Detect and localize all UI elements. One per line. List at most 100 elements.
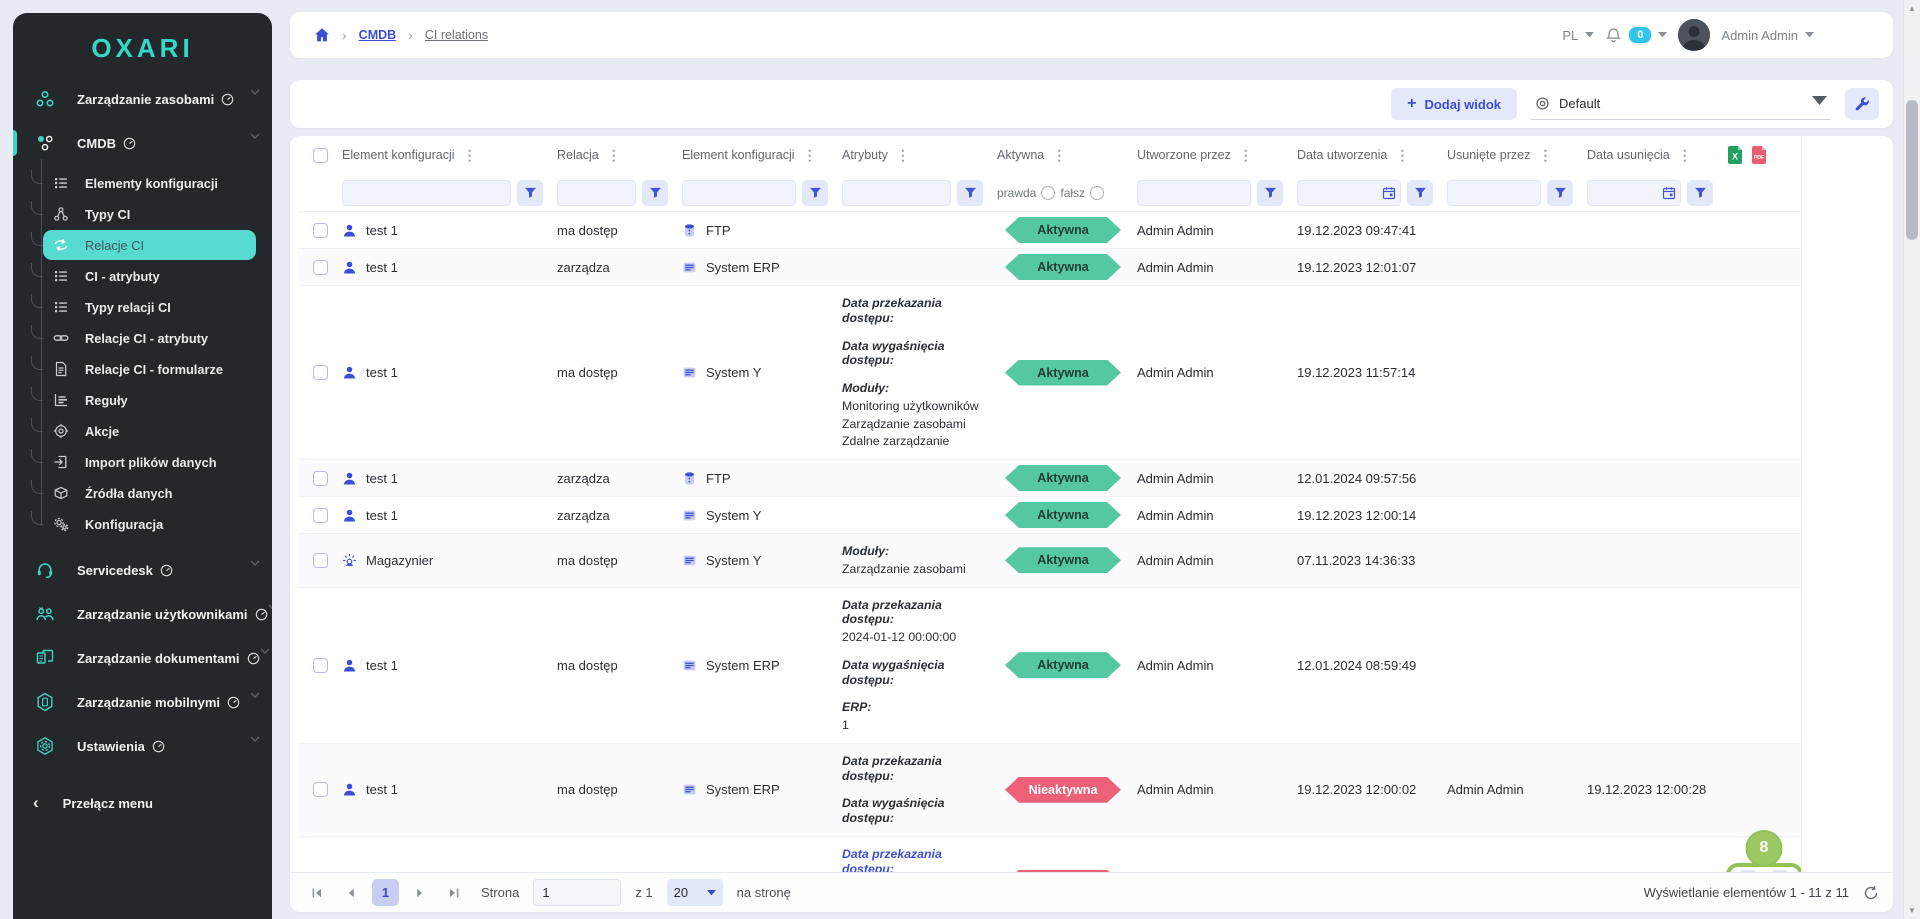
filter-input[interactable]: [682, 180, 796, 206]
radio-false[interactable]: [1090, 186, 1104, 200]
source-ci-cell[interactable]: test 1: [342, 249, 557, 285]
target-ci-cell[interactable]: FTP: [682, 212, 842, 248]
sidebar-item-relacje-ci[interactable]: Relacje CI: [43, 230, 256, 260]
table-settings-button[interactable]: [1845, 88, 1879, 120]
scrollbar-thumb[interactable]: [1906, 100, 1918, 240]
column-menu-icon[interactable]: ⋮: [1676, 146, 1694, 164]
sidebar-item-zarzadzanie-uzytkownikami[interactable]: Zarządzanie użytkownikami: [13, 592, 272, 636]
last-page-button[interactable]: [441, 880, 467, 906]
column-menu-icon[interactable]: ⋮: [1393, 146, 1411, 164]
sidebar-item-cmdb[interactable]: CMDB: [13, 121, 272, 165]
column-menu-icon[interactable]: ⋮: [801, 146, 819, 164]
sidebar-item-servicedesk[interactable]: Servicedesk: [13, 548, 272, 592]
target-ci-cell[interactable]: System ERP: [682, 647, 842, 683]
user-menu[interactable]: Admin Admin: [1721, 28, 1814, 43]
sidebar-item-akcje[interactable]: Akcje: [43, 416, 256, 446]
source-ci-cell[interactable]: test 1: [342, 460, 557, 496]
column-menu-icon[interactable]: ⋮: [461, 146, 479, 164]
sidebar-item-import-plikow-danych[interactable]: Import plików danych: [43, 447, 256, 477]
first-page-button[interactable]: [304, 880, 330, 906]
page-scrollbar[interactable]: ▲ ▼: [1903, 0, 1920, 919]
page-input[interactable]: [533, 879, 621, 906]
target-ci-cell[interactable]: System Y: [682, 355, 842, 391]
source-ci-cell[interactable]: test 1: [342, 355, 557, 391]
sidebar-item-relacje-ci-formularze[interactable]: Relacje CI - formularze: [43, 354, 256, 384]
target-ci-cell[interactable]: System ERP: [682, 772, 842, 808]
column-menu-icon[interactable]: ⋮: [1536, 146, 1554, 164]
language-selector[interactable]: PL: [1562, 28, 1594, 43]
filter-input[interactable]: [557, 180, 636, 206]
sidebar-toggle-button[interactable]: ‹ Przełącz menu: [13, 783, 272, 823]
table-row[interactable]: test 1zarządzaSystem ERPAktywnaAdmin Adm…: [298, 249, 1801, 286]
row-checkbox[interactable]: [298, 212, 342, 248]
filter-button[interactable]: [1687, 180, 1713, 206]
filter-input[interactable]: [1137, 180, 1251, 206]
sidebar-item-reguly[interactable]: Reguły: [43, 385, 256, 415]
filter-input[interactable]: [842, 180, 951, 206]
sidebar-item-konfiguracja[interactable]: Konfiguracja: [43, 509, 256, 539]
source-ci-cell[interactable]: test 1: [342, 647, 557, 683]
filter-button[interactable]: [642, 180, 668, 206]
row-checkbox[interactable]: [298, 647, 342, 683]
source-ci-cell[interactable]: test 1: [342, 497, 557, 533]
table-row[interactable]: test 1ma dostępSystem ERPData przekazani…: [298, 744, 1801, 837]
sidebar-item-zrodla-danych[interactable]: Źródła danych: [43, 478, 256, 508]
radio-true[interactable]: [1041, 186, 1055, 200]
filter-button[interactable]: [802, 180, 828, 206]
scroll-down-icon[interactable]: ▼: [1904, 902, 1920, 919]
row-checkbox[interactable]: [298, 249, 342, 285]
view-selector[interactable]: Default: [1531, 88, 1831, 120]
sidebar-item-ustawienia[interactable]: Ustawienia: [13, 724, 272, 768]
next-page-button[interactable]: [407, 880, 433, 906]
table-row[interactable]: test 1ma dostępSystem ERPData przekazani…: [298, 588, 1801, 744]
filter-button[interactable]: [1257, 180, 1283, 206]
sidebar-item-typy-ci[interactable]: Typy CI: [43, 199, 256, 229]
source-ci-cell[interactable]: Magazynier: [342, 542, 557, 578]
row-checkbox[interactable]: [298, 355, 342, 391]
previous-page-button[interactable]: [338, 880, 364, 906]
target-ci-cell[interactable]: System ERP: [682, 249, 842, 285]
target-ci-cell[interactable]: System Y: [682, 497, 842, 533]
table-row[interactable]: test 1zarządzaFTPAktywnaAdmin Admin12.01…: [298, 460, 1801, 497]
table-row[interactable]: test 1zarządzaSystem YAktywnaAdmin Admin…: [298, 497, 1801, 534]
home-icon[interactable]: [314, 27, 330, 43]
sidebar-item-zarzadzanie-zasobami[interactable]: Zarządzanie zasobami: [13, 77, 272, 121]
filter-button[interactable]: [517, 180, 543, 206]
column-menu-icon[interactable]: ⋮: [894, 146, 912, 164]
sidebar-item-relacje-ci-atrybuty[interactable]: Relacje CI - atrybuty: [43, 323, 256, 353]
column-menu-icon[interactable]: ⋮: [1050, 146, 1068, 164]
sidebar-item-zarzadzanie-dokumentami[interactable]: Zarządzanie dokumentami: [13, 636, 272, 680]
table-row[interactable]: test 1ma dostępSystem YData przekazania …: [298, 286, 1801, 460]
filter-button[interactable]: [1407, 180, 1433, 206]
table-row[interactable]: testma dostępFTPData przekazania dostępu…: [298, 837, 1801, 874]
table-row[interactable]: test 1ma dostępFTPAktywnaAdmin Admin19.1…: [298, 212, 1801, 249]
scroll-up-icon[interactable]: ▲: [1904, 0, 1920, 17]
page-number-button[interactable]: 1: [372, 879, 399, 906]
breadcrumb-ci-relations[interactable]: CI relations: [425, 28, 488, 42]
filter-button[interactable]: [1547, 180, 1573, 206]
sidebar-item-elementy-konfiguracji[interactable]: Elementy konfiguracji: [43, 168, 256, 198]
calendar-icon[interactable]: [1382, 186, 1396, 200]
avatar[interactable]: [1678, 19, 1710, 51]
filter-input[interactable]: [1447, 180, 1541, 206]
select-all-checkbox[interactable]: [298, 148, 342, 163]
notifications-button[interactable]: 0: [1605, 27, 1667, 44]
table-row[interactable]: Magazynierma dostępSystem YModuły:Zarząd…: [298, 534, 1801, 588]
row-checkbox[interactable]: [298, 542, 342, 578]
filter-button[interactable]: [957, 180, 983, 206]
column-menu-icon[interactable]: ⋮: [1237, 146, 1255, 164]
breadcrumb-cmdb[interactable]: CMDB: [359, 28, 397, 42]
add-view-button[interactable]: + Dodaj widok: [1391, 88, 1517, 120]
target-ci-cell[interactable]: System Y: [682, 542, 842, 578]
export-pdf-icon[interactable]: PDF: [1751, 146, 1767, 164]
refresh-icon[interactable]: [1863, 885, 1879, 901]
source-ci-cell[interactable]: test 1: [342, 772, 557, 808]
row-checkbox[interactable]: [298, 460, 342, 496]
sidebar-item-ci-atrybuty[interactable]: CI - atrybuty: [43, 261, 256, 291]
column-menu-icon[interactable]: ⋮: [605, 146, 623, 164]
row-checkbox[interactable]: [298, 497, 342, 533]
calendar-icon[interactable]: [1662, 186, 1676, 200]
export-excel-icon[interactable]: X: [1727, 146, 1743, 164]
source-ci-cell[interactable]: test 1: [342, 212, 557, 248]
sidebar-item-zarzadzanie-mobilnymi[interactable]: Zarządzanie mobilnymi: [13, 680, 272, 724]
